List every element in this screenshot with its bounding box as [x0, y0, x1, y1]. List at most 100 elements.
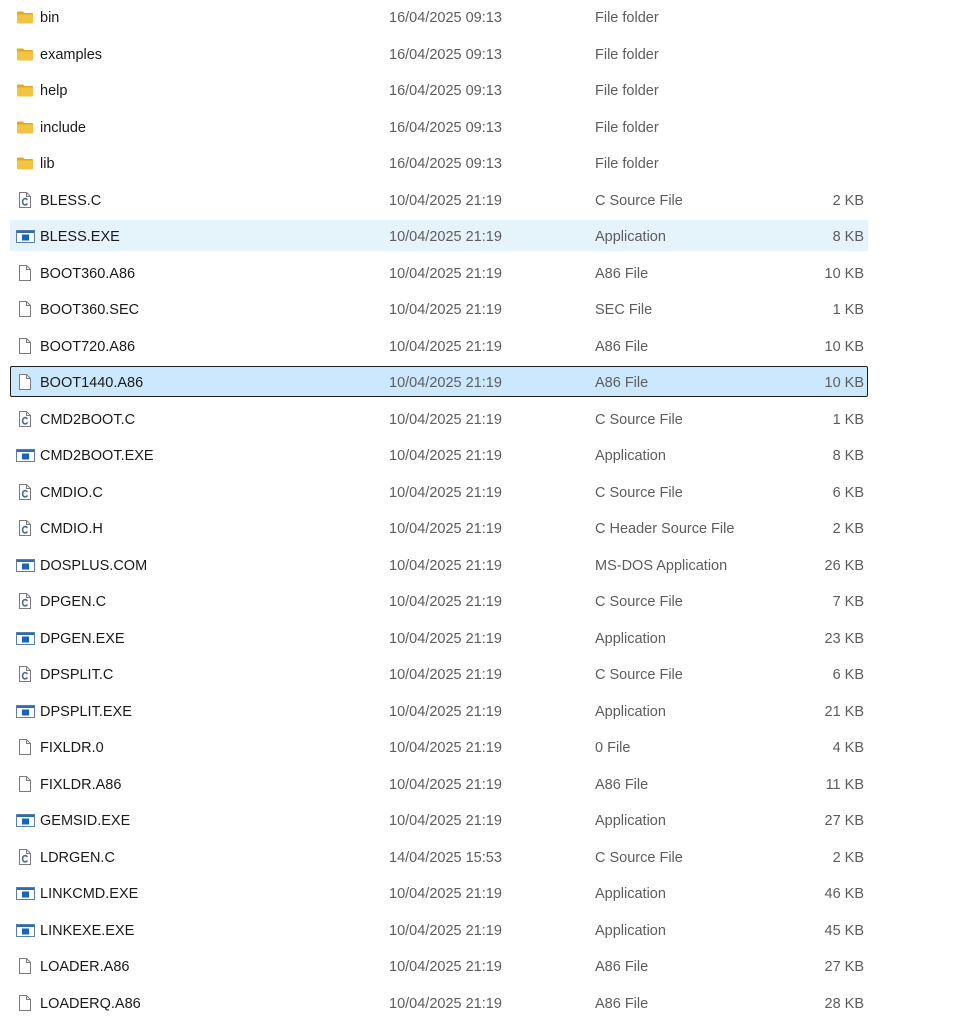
file-row-dpgen-c[interactable]: DPGEN.C 10/04/2025 21:19 C Source File 7… [0, 584, 968, 621]
file-row-bless-c[interactable]: BLESS.C 10/04/2025 21:19 C Source File 2… [0, 183, 968, 220]
file-row-lib[interactable]: lib 16/04/2025 09:13 File folder [0, 146, 968, 183]
file-size: 10 KB [824, 375, 865, 391]
file-row-include[interactable]: include 16/04/2025 09:13 File folder [0, 110, 968, 147]
file-name: CMDIO.H [40, 521, 103, 537]
file-row-gemsid-exe[interactable]: GEMSID.EXE 10/04/2025 21:19 Application … [0, 803, 968, 840]
date-modified: 10/04/2025 21:19 [389, 411, 502, 428]
file-row-fixldr-0[interactable]: FIXLDR.0 10/04/2025 21:19 0 File 4 KB [0, 730, 968, 767]
file-type: File folder [595, 156, 659, 172]
file-size: 4 KB [832, 740, 864, 756]
file-row-bin[interactable]: bin 16/04/2025 09:13 File folder [0, 0, 968, 37]
c-source-icon [16, 666, 34, 682]
file-row-examples[interactable]: examples 16/04/2025 09:13 File folder [0, 37, 968, 74]
file-type: C Source File [595, 484, 683, 501]
file-row-linkexe-exe[interactable]: LINKEXE.EXE 10/04/2025 21:19 Application… [0, 913, 968, 950]
file-type: C Header Source File [595, 521, 735, 537]
file-type: A86 File [595, 995, 649, 1012]
date-modified: 16/04/2025 09:13 [389, 83, 502, 99]
file-row-boot1440-a86[interactable]: BOOT1440.A86 10/04/2025 21:19 A86 File 1… [0, 365, 968, 402]
file-type: File folder [595, 83, 659, 99]
file-type: A86 File [595, 265, 649, 282]
file-size: 10 KB [824, 265, 865, 282]
date-modified: 10/04/2025 21:19 [389, 375, 502, 391]
file-type: C Source File [595, 667, 683, 683]
file-type: A86 File [595, 959, 649, 975]
file-row-dpsplit-c[interactable]: DPSPLIT.C 10/04/2025 21:19 C Source File… [0, 657, 968, 694]
file-row-cmdio-c[interactable]: CMDIO.C 10/04/2025 21:19 C Source File 6… [0, 475, 968, 512]
date-modified: 10/04/2025 21:19 [389, 995, 502, 1012]
date-modified: 16/04/2025 09:13 [389, 46, 502, 63]
file-icon [16, 994, 34, 1011]
file-row-fixldr-a86[interactable]: FIXLDR.A86 10/04/2025 21:19 A86 File 11 … [0, 767, 968, 804]
file-row-ldrgen-c[interactable]: LDRGEN.C 14/04/2025 15:53 C Source File … [0, 840, 968, 877]
file-row-linkcmd-exe[interactable]: LINKCMD.EXE 10/04/2025 21:19 Application… [0, 876, 968, 913]
file-type: SEC File [595, 302, 653, 318]
file-type: Application [595, 703, 666, 720]
date-modified: 10/04/2025 21:19 [389, 630, 502, 647]
file-type: C Source File [595, 192, 683, 209]
application-icon [16, 922, 35, 938]
file-size: 45 KB [824, 922, 865, 939]
file-row-boot360-sec[interactable]: BOOT360.SEC 10/04/2025 21:19 SEC File 1 … [0, 292, 968, 329]
date-modified: 10/04/2025 21:19 [389, 338, 502, 355]
file-row-help[interactable]: help 16/04/2025 09:13 File folder [0, 73, 968, 110]
file-row-loaderq-a86[interactable]: LOADERQ.A86 10/04/2025 21:19 A86 File 28… [0, 986, 968, 1023]
application-icon [16, 703, 35, 719]
date-modified: 10/04/2025 21:19 [389, 448, 502, 464]
application-icon [16, 812, 35, 828]
date-modified: 10/04/2025 21:19 [389, 229, 502, 245]
file-type: A86 File [595, 375, 649, 391]
file-size: 11 KB [825, 776, 864, 793]
file-row-boot360-a86[interactable]: BOOT360.A86 10/04/2025 21:19 A86 File 10… [0, 256, 968, 293]
file-name: bin [40, 10, 60, 26]
file-name: DPSPLIT.EXE [40, 703, 132, 720]
file-name: LINKEXE.EXE [40, 922, 135, 939]
folder-icon [16, 155, 34, 171]
c-source-icon [16, 410, 34, 427]
file-size: 21 KB [824, 703, 865, 720]
file-row-cmd2boot-c[interactable]: CMD2BOOT.C 10/04/2025 21:19 C Source Fil… [0, 402, 968, 439]
folder-icon [16, 119, 34, 135]
file-size [760, 0, 864, 34]
date-modified: 14/04/2025 15:53 [389, 849, 502, 866]
file-type: Application [595, 922, 666, 939]
file-type: File folder [595, 119, 659, 136]
file-icon [16, 264, 34, 281]
file-row-boot720-a86[interactable]: BOOT720.A86 10/04/2025 21:19 A86 File 10… [0, 329, 968, 366]
application-icon [16, 885, 35, 901]
file-type: Application [595, 630, 666, 647]
file-name: LOADER.A86 [40, 959, 130, 975]
file-size [760, 110, 864, 144]
file-row-dpgen-exe[interactable]: DPGEN.EXE 10/04/2025 21:19 Application 2… [0, 621, 968, 658]
file-name: help [40, 83, 68, 99]
c-source-icon [16, 483, 34, 500]
file-type: File folder [595, 46, 659, 63]
file-row-loader-a86[interactable]: LOADER.A86 10/04/2025 21:19 A86 File 27 … [0, 949, 968, 986]
file-type: Application [595, 229, 666, 245]
file-name: BOOT360.A86 [40, 265, 136, 282]
file-row-bless-exe[interactable]: BLESS.EXE 10/04/2025 21:19 Application 8… [0, 219, 968, 256]
file-size [760, 146, 864, 180]
application-icon [16, 557, 35, 573]
file-row-dpsplit-exe[interactable]: DPSPLIT.EXE 10/04/2025 21:19 Application… [0, 694, 968, 731]
file-name: examples [40, 46, 103, 63]
file-size: 23 KB [824, 630, 865, 647]
file-row-cmd2boot-exe[interactable]: CMD2BOOT.EXE 10/04/2025 21:19 Applicatio… [0, 438, 968, 475]
file-type: MS-DOS Application [595, 557, 728, 574]
file-icon [16, 337, 34, 354]
date-modified: 10/04/2025 21:19 [389, 813, 502, 829]
file-size: 7 KB [832, 594, 864, 610]
file-row-cmdio-h[interactable]: CMDIO.H 10/04/2025 21:19 C Header Source… [0, 511, 968, 548]
folder-icon [16, 9, 34, 25]
file-list: bin 16/04/2025 09:13 File folder example… [0, 0, 968, 1022]
file-size: 8 KB [832, 229, 864, 245]
date-modified: 16/04/2025 09:13 [389, 10, 502, 26]
file-type: C Source File [595, 411, 683, 428]
file-name: BOOT360.SEC [40, 302, 140, 318]
file-name: include [40, 119, 86, 136]
file-size: 6 KB [832, 484, 864, 501]
application-icon [16, 228, 35, 244]
c-source-icon [16, 191, 34, 208]
file-row-dosplus-com[interactable]: DOSPLUS.COM 10/04/2025 21:19 MS-DOS Appl… [0, 548, 968, 585]
file-size [760, 73, 864, 107]
